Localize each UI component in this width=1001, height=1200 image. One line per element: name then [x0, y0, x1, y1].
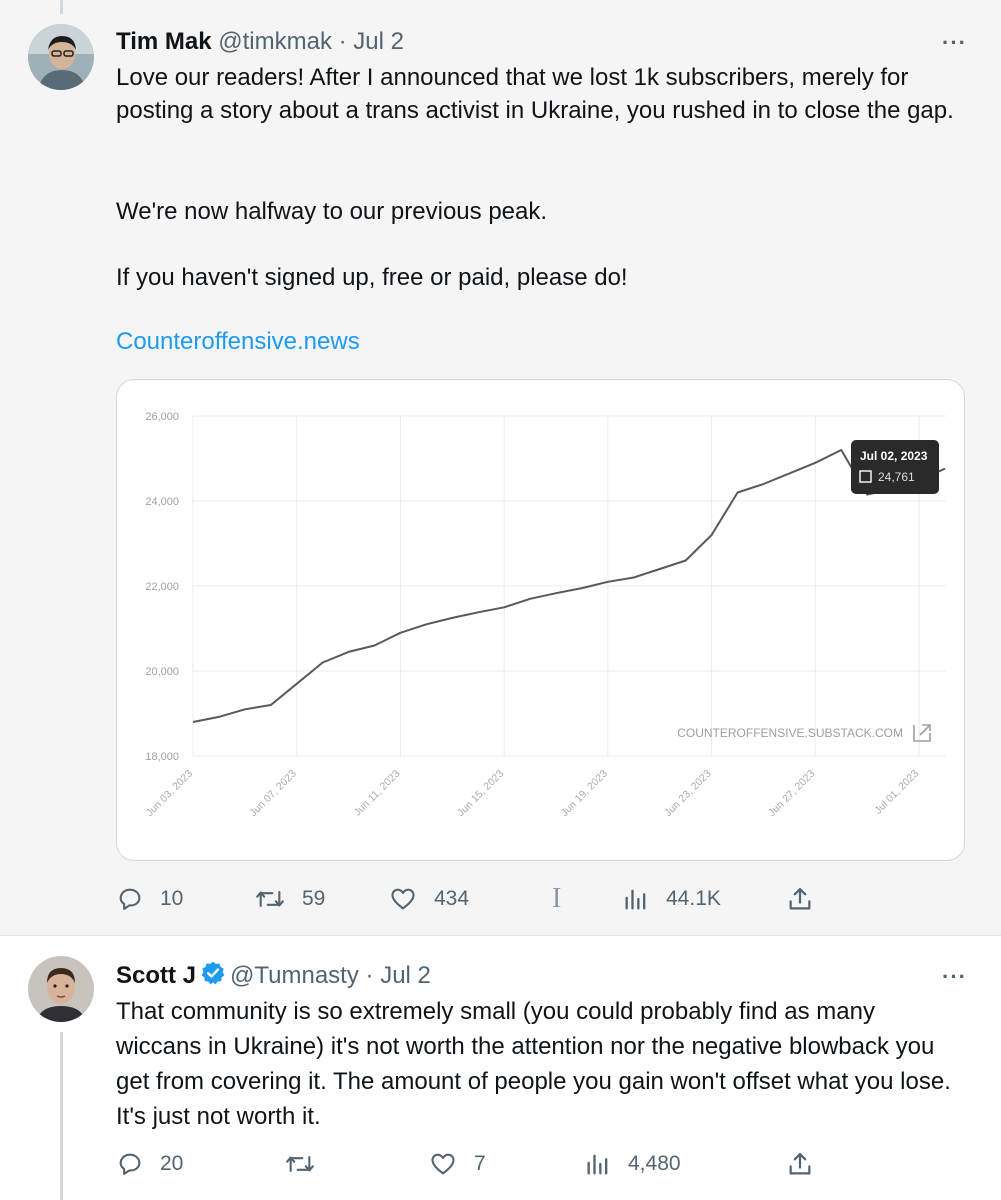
tweet-text-paragraph-1: Love our readers! After I announced that…	[116, 64, 954, 124]
tweet-link[interactable]: Counteroffensive.news	[116, 328, 360, 356]
x-tick-label: Jun 07, 2023	[247, 768, 299, 820]
x-tick-label: Jun 15, 2023	[455, 768, 507, 820]
tooltip-value: 24,761	[878, 470, 915, 484]
avatar-tim-mak[interactable]	[28, 24, 94, 90]
tweet-header: Scott J @Tumnasty · Jul 2	[116, 960, 431, 991]
x-tick-label: Jun 11, 2023	[352, 768, 403, 819]
y-tick-label: 22,000	[145, 581, 179, 593]
like-button[interactable]: 434	[388, 879, 469, 919]
y-tick-label: 18,000	[145, 751, 179, 763]
retweet-icon	[286, 1155, 314, 1173]
y-tick-label: 26,000	[145, 411, 179, 423]
retweet-button[interactable]	[284, 1144, 316, 1184]
author-name[interactable]: Tim Mak	[116, 28, 212, 55]
tweet-tim-mak[interactable]: Tim Mak @timkmak · Jul 2 ··· Love our re…	[0, 0, 1001, 935]
heart-icon	[391, 888, 415, 910]
like-button[interactable]: 7	[428, 1144, 486, 1184]
author-handle[interactable]: @timkmak	[218, 28, 332, 55]
external-link-icon	[913, 724, 931, 742]
y-tick-label: 20,000	[145, 666, 179, 678]
views-count: 4,480	[628, 1152, 681, 1175]
share-icon	[789, 887, 811, 910]
tweet-text-paragraph-3: If you haven't signed up, free or paid, …	[116, 264, 628, 291]
reply-button[interactable]: 10	[116, 879, 183, 919]
text-cursor-icon: I	[552, 883, 562, 914]
verified-badge-icon	[201, 961, 225, 985]
chart-watermark: COUNTEROFFENSIVE.SUBSTACK.COM	[677, 726, 903, 740]
author-handle[interactable]: @Tumnasty	[230, 962, 359, 989]
share-button[interactable]	[786, 1144, 814, 1184]
chart-card[interactable]: 26,000 24,000 22,000 20,000 18,000 Jun 03, 20…	[116, 379, 965, 861]
x-tick-label: Jul 01, 2023	[872, 768, 921, 817]
more-options-icon[interactable]: ···	[942, 964, 967, 990]
share-icon	[789, 1152, 811, 1175]
reply-button[interactable]: 20	[116, 1144, 183, 1184]
tweet-scott-j[interactable]: Scott J @Tumnasty · Jul 2 ··· That commun…	[0, 935, 1001, 1200]
x-tick-label: Jun 03, 2023	[144, 768, 196, 820]
reply-icon	[119, 888, 141, 910]
more-options-icon[interactable]: ···	[942, 30, 967, 56]
reply-count: 20	[160, 1152, 184, 1175]
subscriber-chart: 26,000 24,000 22,000 20,000 18,000 Jun 03, 20…	[144, 411, 946, 820]
tooltip-date: Jul 02, 2023	[860, 449, 928, 463]
avatar-scott-j[interactable]	[28, 956, 94, 1022]
tweet-text: That community is so extremely small (yo…	[116, 998, 951, 1130]
tweet-actions: 20 7 4,480	[116, 1144, 836, 1184]
share-button[interactable]	[786, 879, 814, 919]
retweet-icon	[256, 890, 284, 908]
tweet-date[interactable]: · Jul 2	[366, 962, 431, 989]
views-button[interactable]: 44.1K	[622, 879, 721, 919]
thread-line-top	[60, 0, 63, 14]
views-icon	[625, 889, 646, 910]
views-icon	[587, 1154, 608, 1175]
reply-count: 10	[160, 887, 184, 910]
tweet-header: Tim Mak @timkmak · Jul 2	[116, 27, 404, 57]
views-button[interactable]: 4,480	[584, 1144, 681, 1184]
x-tick-label: Jun 23, 2023	[662, 768, 714, 820]
retweet-count: 59	[302, 887, 326, 910]
thread-line-bottom	[60, 1032, 63, 1200]
y-tick-label: 24,000	[145, 496, 179, 508]
x-tick-label: Jun 27, 2023	[766, 768, 818, 820]
tweet-actions: 10 59 434 I 44.1K	[116, 879, 836, 919]
like-count: 434	[434, 887, 470, 910]
tweet-text-paragraph-2: We're now halfway to our previous peak.	[116, 198, 548, 225]
like-count: 7	[474, 1152, 486, 1175]
heart-icon	[431, 1153, 455, 1175]
reply-icon	[119, 1153, 141, 1175]
author-name[interactable]: Scott J	[116, 962, 196, 989]
x-tick-label: Jun 19, 2023	[559, 768, 611, 820]
tweet-date[interactable]: · Jul 2	[339, 28, 404, 55]
retweet-button[interactable]: 59	[254, 879, 325, 919]
views-count: 44.1K	[666, 887, 721, 910]
